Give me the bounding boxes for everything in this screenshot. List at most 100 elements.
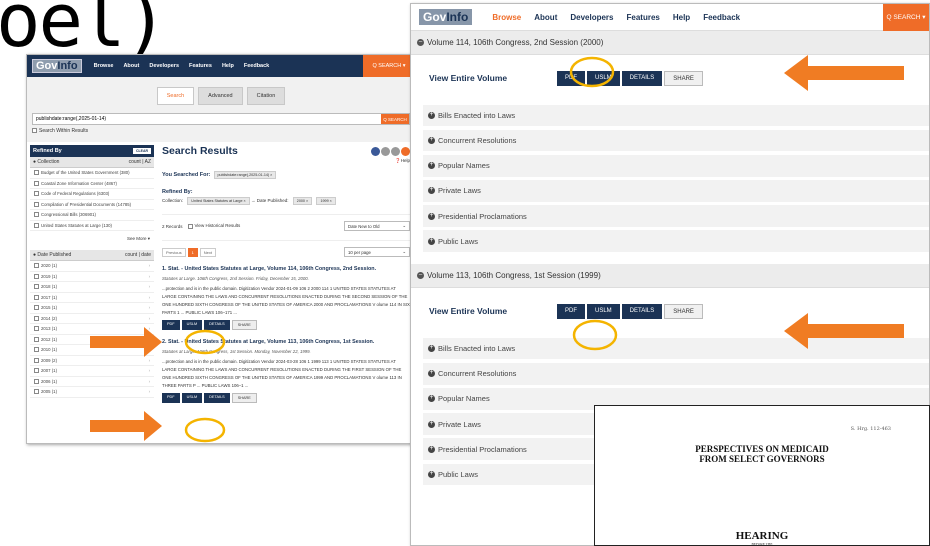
facet-collection-header[interactable]: ● Collection count | AZ (30, 157, 154, 168)
nav-features[interactable]: Features (189, 63, 212, 69)
header-search-button[interactable]: Q SEARCH ▾ (883, 4, 929, 31)
nav-feedback[interactable]: Feedback (244, 63, 269, 69)
pdf-button[interactable]: PDF (162, 320, 180, 330)
checkbox-icon[interactable] (34, 315, 39, 321)
checkbox-icon[interactable] (34, 284, 39, 290)
checkbox-icon[interactable] (34, 263, 39, 269)
help-link[interactable]: ❓Help (162, 158, 410, 164)
share-button[interactable]: SHARE (231, 320, 257, 330)
nav-about[interactable]: About (123, 63, 139, 69)
twitter-icon[interactable] (381, 146, 390, 156)
checkbox-icon[interactable] (34, 326, 39, 332)
section-bills-enacted[interactable]: + Bills Enacted into Laws (423, 337, 929, 360)
facet-date-item[interactable]: 2009 (2) › (30, 356, 154, 366)
facet-item[interactable]: Compilation of Presidential Documents (1… (30, 200, 154, 210)
facet-date-item[interactable]: 2015 (1) › (30, 303, 154, 314)
tab-advanced[interactable]: Advanced (198, 87, 243, 105)
facet-date-item[interactable]: 2010 (1) › (30, 345, 154, 356)
section-private-laws[interactable]: + Private Laws (423, 180, 929, 202)
checkbox-icon[interactable] (187, 223, 193, 229)
view-historical[interactable]: View Historical Results (187, 223, 240, 229)
section-concurrent-resolutions[interactable]: + Concurrent Resolutions (423, 362, 929, 385)
pdf-button[interactable]: PDF (557, 70, 585, 86)
rss-icon[interactable] (401, 146, 410, 156)
checkbox-icon[interactable] (32, 128, 37, 134)
facet-date-item[interactable]: 2013 (1) › (30, 324, 154, 335)
checkbox-icon[interactable] (34, 191, 39, 197)
result-title[interactable]: 2. Stat. - United States Statutes at Lar… (162, 339, 410, 345)
header-search-button[interactable]: Q SEARCH ▾ (363, 55, 415, 77)
share-button[interactable]: SHARE (231, 393, 257, 403)
nav-help[interactable]: Help (222, 63, 234, 69)
share-button[interactable]: SHARE (664, 70, 703, 86)
facet-date-item[interactable]: 2019 (1) › (30, 272, 154, 282)
govinfo-logo[interactable]: GovInfo (419, 9, 473, 25)
date-pill[interactable]: 1999 × (316, 197, 336, 205)
email-icon[interactable] (391, 146, 400, 156)
facet-item[interactable]: Congressional Bills (306901) (30, 210, 154, 221)
nav-browse[interactable]: Browse (94, 63, 114, 69)
page-1-button[interactable]: 1 (187, 247, 198, 257)
checkbox-icon[interactable] (34, 336, 39, 342)
nav-developers[interactable]: Developers (149, 63, 179, 69)
checkbox-icon[interactable] (34, 368, 39, 374)
checkbox-icon[interactable] (34, 212, 39, 218)
facet-date-item[interactable]: 2018 (1) › (30, 282, 154, 293)
checkbox-icon[interactable] (34, 347, 39, 353)
search-input[interactable] (33, 114, 381, 124)
checkbox-icon[interactable] (34, 273, 39, 279)
uslm-button[interactable]: USLM (181, 320, 203, 330)
previous-button[interactable]: Previous (162, 247, 186, 257)
nav-features[interactable]: Features (627, 13, 660, 22)
section-concurrent-resolutions[interactable]: + Concurrent Resolutions (423, 129, 929, 152)
sort-select[interactable]: Date New to Old ⌄ (344, 221, 410, 231)
query-search-button[interactable]: Q SEARCH (381, 114, 409, 124)
facet-item[interactable]: Budget of the United States Government (… (30, 168, 154, 179)
nav-developers[interactable]: Developers (570, 13, 613, 22)
facet-date-item[interactable]: 2005 (1) › (30, 387, 154, 398)
facebook-icon[interactable] (371, 146, 380, 156)
checkbox-icon[interactable] (34, 180, 39, 186)
govinfo-logo[interactable]: GovInfo (32, 59, 82, 73)
search-within-results[interactable]: Search Within Results (32, 128, 410, 134)
clear-button[interactable]: CLEAR (132, 148, 151, 154)
details-button[interactable]: DETAILS (621, 70, 663, 86)
volume-header[interactable]: – Volume 113, 106th Congress, 1st Session… (411, 264, 929, 289)
uslm-button[interactable]: USLM (587, 70, 620, 86)
facet-date-item[interactable]: 2020 (1) › (30, 261, 154, 272)
date-pill[interactable]: 2000 × (292, 197, 313, 205)
per-page-select[interactable]: 10 per page ⌄ (344, 247, 410, 257)
details-button[interactable]: DETAILS (621, 303, 663, 319)
checkbox-icon[interactable] (34, 201, 39, 207)
tab-citation[interactable]: Citation (246, 87, 286, 105)
search-term-pill[interactable]: publishdate:range(,2025-01-14) × (213, 171, 277, 179)
facet-date-item[interactable]: 2017 (1) › (30, 293, 154, 303)
facet-date-item[interactable]: 2014 (2) › (30, 314, 154, 324)
uslm-button[interactable]: USLM (587, 303, 620, 319)
checkbox-icon[interactable] (34, 389, 39, 395)
see-more-link[interactable]: See More ▾ (30, 231, 154, 250)
facet-item[interactable]: Coastal Zone Information Center (4867) (30, 179, 154, 189)
nav-help[interactable]: Help (673, 13, 690, 22)
facet-date-header[interactable]: ● Date Published count | date (30, 250, 154, 261)
section-presidential-proclamations[interactable]: + Presidential Proclamations (423, 205, 929, 227)
facet-item[interactable]: Code of Federal Regulations (6303) (30, 189, 154, 200)
section-bills-enacted[interactable]: + Bills Enacted into Laws (423, 104, 929, 127)
facet-item[interactable]: United States Statutes at Large (130) (30, 221, 154, 231)
checkbox-icon[interactable] (34, 378, 39, 384)
collection-pill[interactable]: United States Statutes at Large × (187, 197, 250, 205)
next-button[interactable]: Next (199, 247, 217, 257)
section-public-laws[interactable]: + Public Laws (423, 230, 929, 253)
checkbox-icon[interactable] (34, 357, 39, 363)
uslm-button[interactable]: USLM (181, 393, 203, 403)
facet-date-item[interactable]: 2006 (1) › (30, 377, 154, 387)
pdf-button[interactable]: PDF (162, 393, 180, 403)
details-button[interactable]: DETAILS (204, 393, 230, 403)
checkbox-icon[interactable] (34, 305, 39, 311)
pdf-button[interactable]: PDF (557, 303, 585, 319)
checkbox-icon[interactable] (34, 294, 39, 300)
nav-feedback[interactable]: Feedback (703, 13, 740, 22)
result-title[interactable]: 1. Stat. - United States Statutes at Lar… (162, 266, 410, 272)
checkbox-icon[interactable] (34, 222, 39, 228)
facet-date-item[interactable]: 2012 (1) › (30, 335, 154, 345)
